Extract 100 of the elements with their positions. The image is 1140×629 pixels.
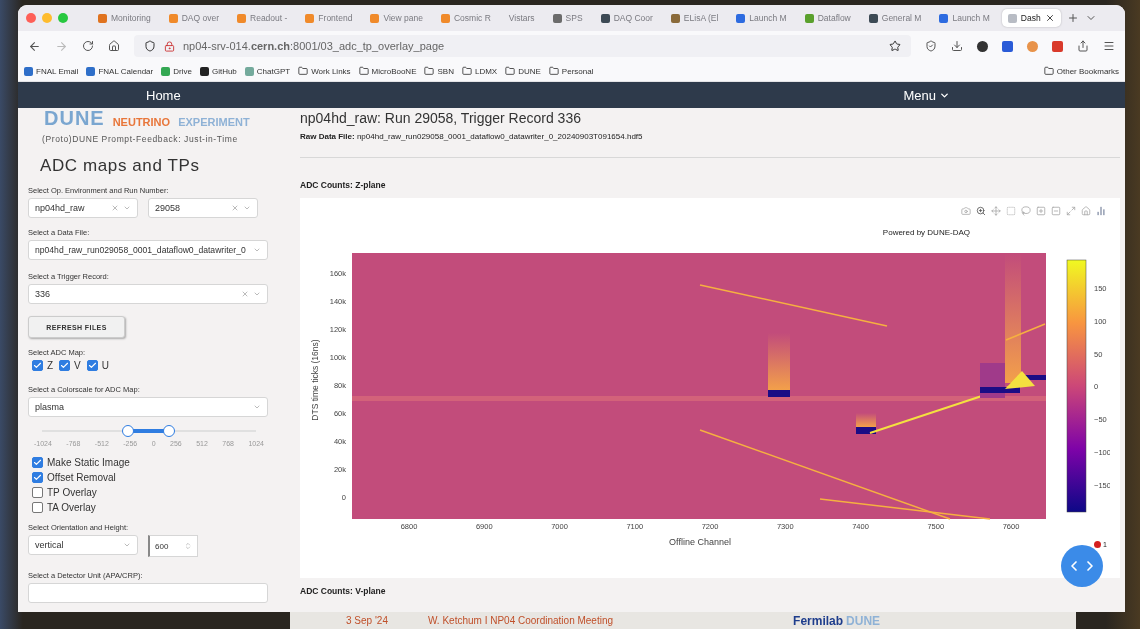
bookmark[interactable]: Work Links <box>298 66 351 76</box>
browser-tab[interactable]: View pane <box>364 9 429 27</box>
download-icon[interactable] <box>951 40 963 52</box>
browser-tab[interactable]: DAQ Coor <box>594 9 659 27</box>
folder-icon <box>548 66 559 76</box>
select-field[interactable]: vertical <box>28 535 138 555</box>
bookmark[interactable]: FNAL Calendar <box>86 66 154 76</box>
tab-title: Readout - <box>250 13 288 23</box>
extension-icon[interactable] <box>977 40 988 52</box>
checkbox[interactable]: TP Overlay <box>32 487 290 498</box>
browser-tab[interactable]: Monitoring <box>92 9 157 27</box>
bookmark-label: FNAL Calendar <box>98 66 154 76</box>
home-icon[interactable] <box>108 40 120 52</box>
bookmark-label: Personal <box>561 66 594 76</box>
menu-dropdown[interactable]: Menu <box>903 87 950 103</box>
reload-icon[interactable] <box>82 40 94 52</box>
browser-tab[interactable]: Launch M <box>933 9 996 27</box>
shield-icon <box>144 40 156 52</box>
share-icon[interactable] <box>1077 40 1089 52</box>
bookmark[interactable]: Other Bookmarks <box>1043 66 1119 76</box>
browser-tab[interactable]: Launch M <box>730 9 793 27</box>
select-field[interactable]: np04hd_raw_run029058_0001_dataflow0_datawriter_0 <box>28 240 268 260</box>
browser-tab[interactable]: Cosmic R <box>434 9 497 27</box>
autoscale-icon[interactable] <box>1066 206 1076 216</box>
select-field[interactable]: np04hd_raw <box>28 198 138 218</box>
browser-tab[interactable]: DAQ over <box>162 9 225 27</box>
checkbox-box[interactable] <box>32 502 43 513</box>
tab-title: Dataflow <box>817 13 851 23</box>
star-icon[interactable] <box>889 40 901 52</box>
bookmark[interactable]: MicroBooNE <box>358 66 417 76</box>
plot-title: ADC Counts: V-plane <box>300 586 387 596</box>
checkbox-box[interactable] <box>59 360 71 371</box>
checkbox[interactable]: Make Static Image <box>32 457 290 468</box>
select-field[interactable]: plasma <box>28 397 268 417</box>
caret-icon <box>253 403 261 411</box>
select-field[interactable]: 336 <box>28 284 268 304</box>
checkbox[interactable]: Offset Removal <box>32 472 290 483</box>
bookmark-label: MicroBooNE <box>371 66 417 76</box>
clear-icon[interactable] <box>241 290 249 298</box>
bookmark[interactable]: LDMX <box>461 66 498 76</box>
logo-text: Fermilab <box>793 613 844 628</box>
maximize-window-icon[interactable] <box>58 13 68 23</box>
bookmark[interactable]: SBN <box>424 66 454 76</box>
browser-tab[interactable]: Dash <box>1001 9 1061 27</box>
bookmark[interactable]: DUNE <box>505 66 541 76</box>
browser-tab[interactable]: Readout - <box>231 9 294 27</box>
menu-icon[interactable] <box>1103 40 1115 52</box>
tab-title: General M <box>881 13 922 23</box>
zoom-icon[interactable] <box>976 206 986 216</box>
checkbox[interactable]: V <box>59 360 81 371</box>
new-tab-icon[interactable] <box>1066 12 1079 24</box>
shield-icon[interactable] <box>925 40 937 52</box>
close-icon[interactable] <box>1044 13 1055 23</box>
pan-icon[interactable] <box>991 206 1001 216</box>
logo-text: NEUTRINO <box>112 116 171 128</box>
bookmark[interactable]: FNAL Email <box>24 66 79 76</box>
url-text: np04-srv-014.cern.ch:8001/03_adc_tp_overlay_page <box>183 40 446 52</box>
checkbox-box[interactable] <box>32 487 43 498</box>
bookmark[interactable]: GitHub <box>199 66 237 76</box>
bookmark-label: Work Links <box>311 66 351 76</box>
bookmark[interactable]: Drive <box>161 66 192 76</box>
nav-link[interactable]: Home <box>146 87 181 103</box>
bookmark[interactable]: ChatGPT <box>244 66 291 76</box>
slider-handle[interactable] <box>163 425 176 437</box>
lasso-icon[interactable] <box>1021 206 1031 216</box>
checkbox[interactable]: U <box>86 360 109 371</box>
browser-tab[interactable]: SPS <box>546 9 589 27</box>
checkbox[interactable]: TA Overlay <box>32 502 290 513</box>
bookmark-label: SBN <box>437 66 454 76</box>
checkbox-box[interactable] <box>32 457 43 468</box>
folder-icon <box>424 66 435 76</box>
clear-icon[interactable] <box>231 204 239 212</box>
close-window-icon[interactable] <box>26 13 36 23</box>
checkbox-box[interactable] <box>86 360 98 371</box>
extension-icon[interactable] <box>1002 40 1013 52</box>
slider-handle[interactable] <box>121 425 134 437</box>
bookmark[interactable]: Personal <box>548 66 594 76</box>
checkbox[interactable]: Z <box>32 360 54 371</box>
select-field[interactable] <box>28 583 268 603</box>
caret-icon <box>123 204 131 212</box>
folder-icon <box>1043 66 1054 76</box>
bookmark-label: FNAL Email <box>36 66 79 76</box>
clear-icon[interactable] <box>111 204 119 212</box>
subtitle: (Proto)DUNE Prompt-Feedback: Just-in-Time <box>42 134 239 144</box>
browser-tab[interactable]: Frontend <box>299 9 359 27</box>
heatmap-track <box>1005 323 1046 341</box>
bar-chart-icon[interactable] <box>1096 206 1106 216</box>
checkbox-box[interactable] <box>32 472 43 483</box>
select-field[interactable]: 29058 <box>148 198 258 218</box>
tab-title: Launch M <box>749 13 787 23</box>
browser-tab[interactable]: Dataflow <box>798 9 857 27</box>
browser-tab[interactable]: General M <box>862 9 928 27</box>
heatmap-block <box>768 390 790 397</box>
browser-tab[interactable]: Vistars <box>502 9 541 27</box>
tab-title: Vistars <box>508 13 535 23</box>
number-field[interactable]: 600 <box>148 535 198 557</box>
checkbox-box[interactable] <box>32 360 43 371</box>
browser-tab[interactable]: ELisA (El <box>664 9 725 27</box>
back-icon[interactable] <box>28 39 41 53</box>
address-bar[interactable]: np04-srv-014.cern.ch:8001/03_adc_tp_overlay_page <box>134 35 911 57</box>
